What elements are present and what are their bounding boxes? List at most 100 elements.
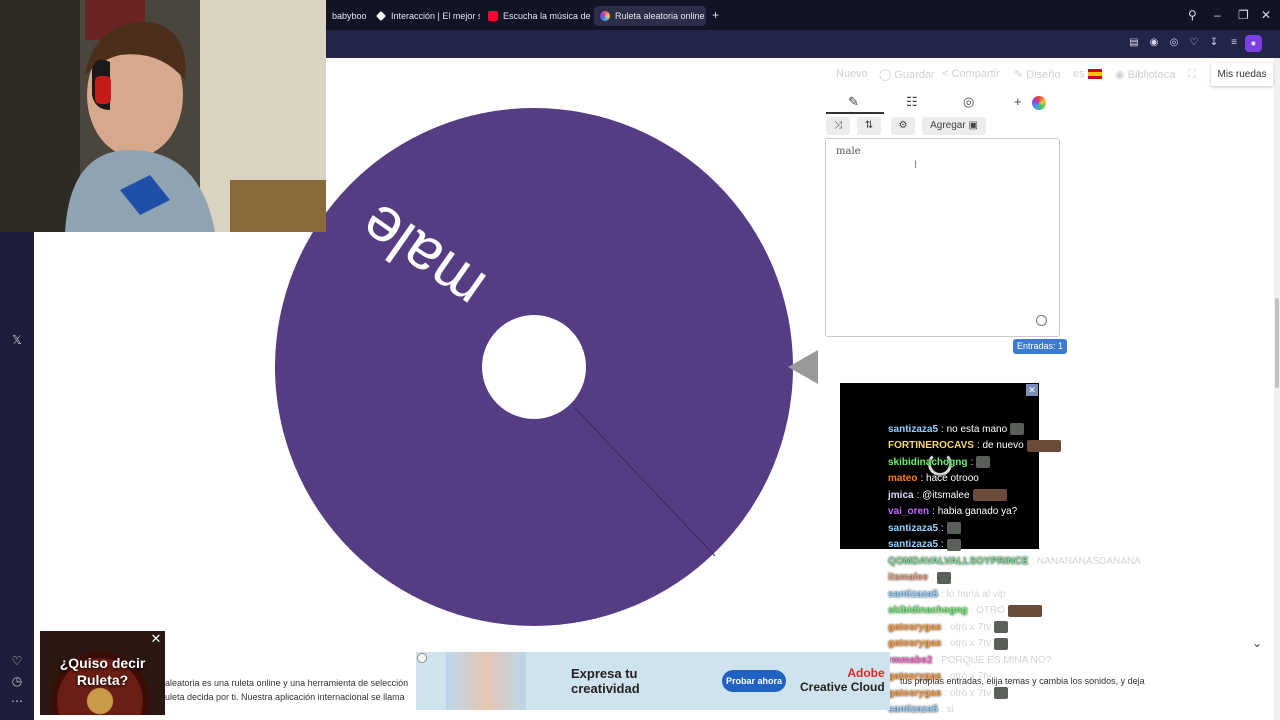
chat-username[interactable]: santizaza5 (888, 424, 938, 435)
chat-username[interactable]: santizaza5 (888, 589, 938, 600)
spain-flag-icon[interactable] (1088, 69, 1102, 79)
ad-cta-button[interactable]: Probar ahora (722, 670, 786, 692)
menu-diseno[interactable]: ✎ Diseño (1014, 68, 1061, 81)
chat-text: : otro x 7tv (944, 638, 992, 649)
chat-text: : (931, 572, 934, 583)
more-icon[interactable]: ⋯ (0, 694, 34, 708)
ad-brand-line: Adobe (847, 666, 885, 680)
chat-message: mateo: hace otrooo (888, 471, 979, 487)
menu-icon[interactable]: ≡ (1228, 37, 1240, 49)
chat-username[interactable]: gatosrygas (888, 622, 941, 633)
chat-message: vai_oren: habia ganado ya? (888, 504, 1017, 520)
chat-text: : (941, 539, 944, 550)
chat-username[interactable]: gatosrygas (888, 638, 941, 649)
close-icon[interactable]: ✕ (149, 632, 163, 646)
wheel-center[interactable] (482, 315, 586, 419)
sort-icon[interactable]: ⇅ (857, 117, 881, 135)
edit-pencil-icon[interactable]: ✎ (848, 94, 859, 110)
article-text: aleatoria es una ruleta online y una her… (165, 676, 408, 704)
fullscreen-icon[interactable]: ⛶ (1188, 68, 1196, 81)
menu-biblioteca[interactable]: ◉ Biblioteca (1115, 68, 1175, 81)
chat-text: : de nuevo (976, 440, 1024, 451)
tab-ruleta-active[interactable]: Ruleta aleatoria online – (594, 6, 706, 26)
clipboard-icon[interactable]: ☷ (906, 94, 918, 110)
spin-wheel[interactable]: male (275, 108, 793, 626)
menu-compartir[interactable]: < Compartir (942, 68, 1000, 80)
mis-ruedas-button[interactable]: Mis ruedas (1211, 63, 1273, 86)
roulette-promo[interactable]: ✕ ¿Quiso decir Ruleta? (40, 631, 165, 715)
download-icon[interactable]: ↧ (1208, 37, 1220, 49)
heart-icon[interactable]: ♡ (1188, 37, 1200, 49)
chat-username[interactable]: QOMDAVALVALLSOYPRINCE (888, 556, 1028, 567)
emote-icon (972, 489, 1007, 501)
chat-text: : OTRO (970, 605, 1005, 616)
emote-icon (1010, 423, 1025, 435)
chat-username[interactable]: skibidinachogng (888, 605, 967, 616)
maximize-icon[interactable]: ❐ (1238, 7, 1249, 23)
chat-username[interactable]: mateo (888, 473, 917, 484)
emoji-icon[interactable] (1036, 315, 1047, 326)
close-icon[interactable]: ✕ (1026, 384, 1038, 396)
entries-text: male (836, 146, 861, 157)
ad-image (446, 652, 526, 710)
ad-banner[interactable]: Expresa tu creatividad Probar ahora Adob… (416, 652, 890, 710)
x-twitter-icon[interactable]: 𝕏 (0, 333, 34, 347)
page-scrollbar[interactable] (1274, 58, 1280, 720)
chat-text: : (941, 522, 944, 534)
entries-count-badge: Entradas: 1 (1013, 339, 1068, 354)
minimize-icon[interactable]: – (1214, 7, 1221, 23)
entries-textarea[interactable]: male I (825, 138, 1060, 337)
language-selector[interactable]: es (1073, 68, 1085, 80)
tab-musica[interactable]: Escucha la música de mat (482, 6, 592, 26)
tab-label: Ruleta aleatoria online – (615, 11, 706, 21)
add-icon[interactable]: + (1014, 94, 1022, 109)
promo-text: ¿Quiso decir Ruleta? (59, 655, 146, 688)
menu-guardar[interactable]: ◯ Guardar (879, 68, 935, 81)
chat-username[interactable]: jmica (888, 490, 914, 501)
menu-nuevo[interactable]: Nuevo (836, 68, 868, 80)
add-image-button[interactable]: Agregar ▣ (922, 117, 986, 135)
wheel-pointer (788, 350, 818, 384)
reader-icon[interactable]: ▤ (1128, 37, 1140, 49)
chat-text: : @itsmalee (916, 489, 970, 501)
emote-icon (946, 522, 961, 534)
chat-text: : si (941, 704, 954, 715)
color-palette-icon[interactable] (1032, 96, 1046, 110)
active-tab-underline (826, 112, 884, 114)
wheel-favicon-icon (600, 11, 610, 21)
chat-username[interactable]: vai_oren (888, 506, 929, 517)
shuffle-icon[interactable]: ⤨ (826, 117, 850, 135)
chat-username[interactable]: santizaza5 (888, 539, 938, 550)
browser-sidebar (0, 232, 34, 720)
emote-icon (994, 621, 1009, 633)
menu-biblioteca-label: Biblioteca (1127, 69, 1176, 81)
heart-icon[interactable]: ♡ (0, 654, 34, 668)
chat-username[interactable]: gatosrygas (888, 688, 941, 699)
new-tab-button[interactable]: + (712, 8, 719, 22)
tab-interaccion[interactable]: Interacción | El mejor softw (370, 6, 480, 26)
ad-brand-line: Creative Cloud (800, 680, 885, 694)
settings-icon[interactable]: ⚙ (891, 117, 915, 135)
profile-icon[interactable]: ● (1245, 35, 1262, 52)
clock-icon[interactable]: ◷ (0, 674, 34, 688)
chat-text: : (970, 456, 974, 468)
scrollbar-thumb[interactable] (1275, 298, 1279, 388)
chevron-down-icon[interactable]: ⌄ (1252, 636, 1262, 650)
chat-text: : NANANANASDANANA (1031, 555, 1141, 567)
chat-username[interactable]: FORTINEROCAVS (888, 440, 974, 451)
chat-username[interactable]: skibidinachogng (888, 457, 967, 468)
search-icon[interactable]: ⚲ (1188, 7, 1197, 23)
hide-eye-icon[interactable]: ◎ (963, 94, 974, 110)
text-cursor-icon: I (914, 159, 918, 171)
ad-info-icon[interactable] (417, 653, 427, 663)
screen: babyboo | Interacción | El mejor softw E… (0, 0, 1280, 720)
chat-username[interactable]: santizaza5 (888, 704, 938, 715)
shield-icon[interactable]: ◎ (1168, 37, 1180, 49)
chat-username[interactable]: itsmalee (888, 572, 928, 583)
close-window-icon[interactable]: ✕ (1261, 7, 1271, 23)
tab-babyboo[interactable]: babyboo | (326, 6, 368, 26)
chat-username[interactable]: rmmabe2 (888, 655, 932, 666)
camera-icon[interactable]: ◉ (1148, 37, 1160, 49)
chat-username[interactable]: santizaza5 (888, 523, 938, 534)
emote-icon (976, 456, 991, 468)
